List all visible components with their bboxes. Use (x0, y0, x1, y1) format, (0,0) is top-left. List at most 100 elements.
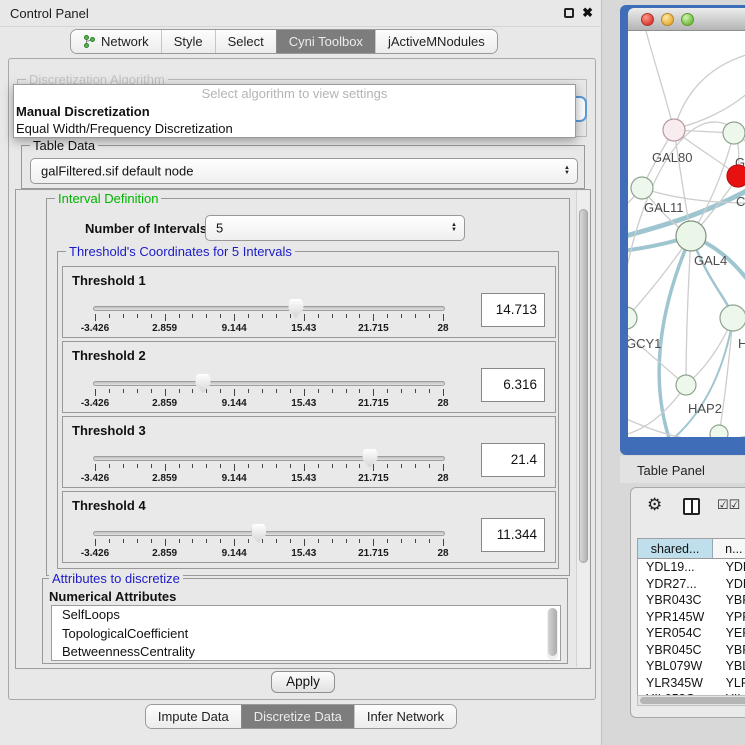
tab-network[interactable]: Network (71, 30, 161, 53)
tick-mark (429, 314, 430, 318)
threshold-slider[interactable]: -3.4262.8599.14415.4321.71528 (93, 372, 445, 410)
slider-thumb[interactable] (195, 374, 210, 393)
tick-label: -3.426 (81, 473, 109, 484)
table-cell[interactable]: YBR045... (714, 642, 745, 659)
table-cell[interactable]: YER054... (714, 625, 745, 642)
algorithm-option-equal-width-frequency-discretization[interactable]: Equal Width/Frequency Discretization (14, 120, 575, 137)
network-node-g[interactable] (723, 122, 745, 144)
network-edge[interactable] (674, 55, 745, 130)
tab-infer-network[interactable]: Infer Network (354, 705, 456, 728)
table-row[interactable]: YDL19...YDL19... (638, 559, 745, 576)
network-edge[interactable] (686, 236, 691, 385)
table-cell[interactable]: YDR27... (714, 576, 745, 593)
gear-icon[interactable]: ⚙ (647, 495, 662, 515)
bottom-tab-bar: Impute DataDiscretize DataInfer Network (0, 704, 602, 729)
close-icon[interactable]: ✖ (582, 5, 593, 21)
threshold-value-box[interactable]: 6.316 (481, 368, 545, 402)
columns-icon[interactable] (683, 498, 700, 515)
slider-thumb[interactable] (362, 449, 377, 468)
float-window-icon[interactable] (564, 8, 574, 18)
num-intervals-combobox[interactable]: 5 ▲▼ (205, 215, 465, 241)
tab-discretize-data[interactable]: Discretize Data (241, 705, 354, 728)
list-scrollbar[interactable] (547, 608, 558, 660)
threshold-value-box[interactable]: 14.713 (481, 293, 545, 327)
zoom-traffic-light-icon[interactable] (681, 13, 694, 26)
attribute-item-topologicalcoefficient[interactable]: TopologicalCoefficient (52, 625, 560, 644)
table-cell[interactable]: YBL079... (714, 658, 745, 675)
table-cell[interactable]: YPR145... (714, 609, 745, 626)
tab-style[interactable]: Style (161, 30, 215, 53)
apply-button[interactable]: Apply (271, 671, 335, 693)
settings-scroll-viewport: Interval Definition Number of Intervals … (15, 189, 591, 669)
tick-mark (332, 314, 333, 318)
list-scrollbar-thumb[interactable] (548, 608, 557, 656)
threshold-slider[interactable]: -3.4262.8599.14415.4321.71528 (93, 522, 445, 560)
network-node-unlabeled[interactable] (710, 425, 728, 437)
table-cell[interactable]: YLR345... (714, 675, 745, 692)
network-node-c[interactable] (727, 165, 745, 187)
table-row[interactable]: YBR045CYBR045... (638, 642, 745, 659)
table-data-combobox[interactable]: galFiltered.sif default node ▲▼ (30, 158, 578, 184)
threshold-slider[interactable]: -3.4262.8599.14415.4321.71528 (93, 297, 445, 335)
node-label-gal4: GAL4 (694, 253, 727, 268)
table-row[interactable]: YPR145WYPR145... (638, 609, 745, 626)
network-node-gal4[interactable] (676, 221, 706, 251)
network-window-titlebar[interactable] (628, 8, 745, 31)
table-cell[interactable]: YDR27... (638, 576, 714, 593)
column-header-n[interactable]: n... (713, 539, 745, 559)
network-node-hap2[interactable] (676, 375, 696, 395)
dropdown-options: Manual DiscretizationEqual Width/Frequen… (14, 103, 575, 137)
tab-cyni-toolbox[interactable]: Cyni Toolbox (276, 30, 375, 53)
threshold-value-box[interactable]: 21.4 (481, 443, 545, 477)
combo-spinner-icon[interactable]: ▲▼ (564, 166, 570, 176)
minimize-traffic-light-icon[interactable] (661, 13, 674, 26)
table-cell[interactable]: YDL19... (714, 559, 745, 576)
tick-mark (95, 389, 96, 396)
table-cell[interactable]: YBL079W (638, 658, 714, 675)
vertical-scrollbar[interactable] (576, 191, 589, 667)
table-cell[interactable]: YPR145W (638, 609, 714, 626)
network-edge[interactable] (719, 318, 733, 434)
threshold-value-box[interactable]: 11.344 (481, 518, 545, 552)
network-edge[interactable] (646, 31, 674, 130)
node-attribute-table: shared...n... YDL19...YDL19...YDR27...YD… (637, 538, 745, 700)
network-node-gal80[interactable] (663, 119, 685, 141)
tab-impute-data[interactable]: Impute Data (146, 705, 241, 728)
combo-spinner-icon[interactable]: ▲▼ (451, 223, 457, 233)
horizontal-scrollbar[interactable] (637, 695, 745, 706)
num-intervals-label: Number of Intervals (85, 221, 207, 236)
tick-mark (151, 314, 152, 318)
slider-thumb[interactable] (251, 524, 266, 543)
attribute-item-selfloops[interactable]: SelfLoops (52, 606, 560, 625)
table-cell[interactable]: YBR043... (714, 592, 745, 609)
network-edge[interactable] (628, 385, 686, 435)
horizontal-scrollbar-thumb[interactable] (640, 697, 745, 704)
table-cell[interactable]: YLR345W (638, 675, 714, 692)
network-node-gcy1[interactable] (628, 307, 637, 329)
tick-mark (95, 314, 96, 321)
select-columns-icon[interactable]: ☑☑ (717, 497, 740, 513)
column-header-shared[interactable]: shared... (638, 539, 713, 559)
tab-jactivemnodules[interactable]: jActiveMNodules (375, 30, 497, 53)
tab-select[interactable]: Select (215, 30, 276, 53)
table-row[interactable]: YBL079WYBL079... (638, 658, 745, 675)
attribute-item-betweennesscentrality[interactable]: BetweennessCentrality (52, 643, 560, 661)
table-row[interactable]: YLR345WYLR345... (638, 675, 745, 692)
table-row[interactable]: YDR27...YDR27... (638, 576, 745, 593)
table-row[interactable]: YBR043CYBR043... (638, 592, 745, 609)
close-traffic-light-icon[interactable] (641, 13, 654, 26)
table-cell[interactable]: YBR045C (638, 642, 714, 659)
network-node-h[interactable] (720, 305, 745, 331)
table-cell[interactable]: YER054C (638, 625, 714, 642)
network-node-gal11[interactable] (631, 177, 653, 199)
vertical-scrollbar-thumb[interactable] (579, 209, 588, 563)
tick-mark (290, 464, 291, 468)
tick-mark (304, 389, 305, 396)
tick-mark (109, 464, 110, 468)
table-row[interactable]: YER054CYER054... (638, 625, 745, 642)
table-cell[interactable]: YDL19... (638, 559, 714, 576)
table-cell[interactable]: YBR043C (638, 592, 714, 609)
algorithm-option-manual-discretization[interactable]: Manual Discretization (14, 103, 575, 120)
network-canvas[interactable]: GAL80GCGAL11GAL4GCY1HHAP2 (628, 31, 745, 437)
threshold-slider[interactable]: -3.4262.8599.14415.4321.71528 (93, 447, 445, 485)
